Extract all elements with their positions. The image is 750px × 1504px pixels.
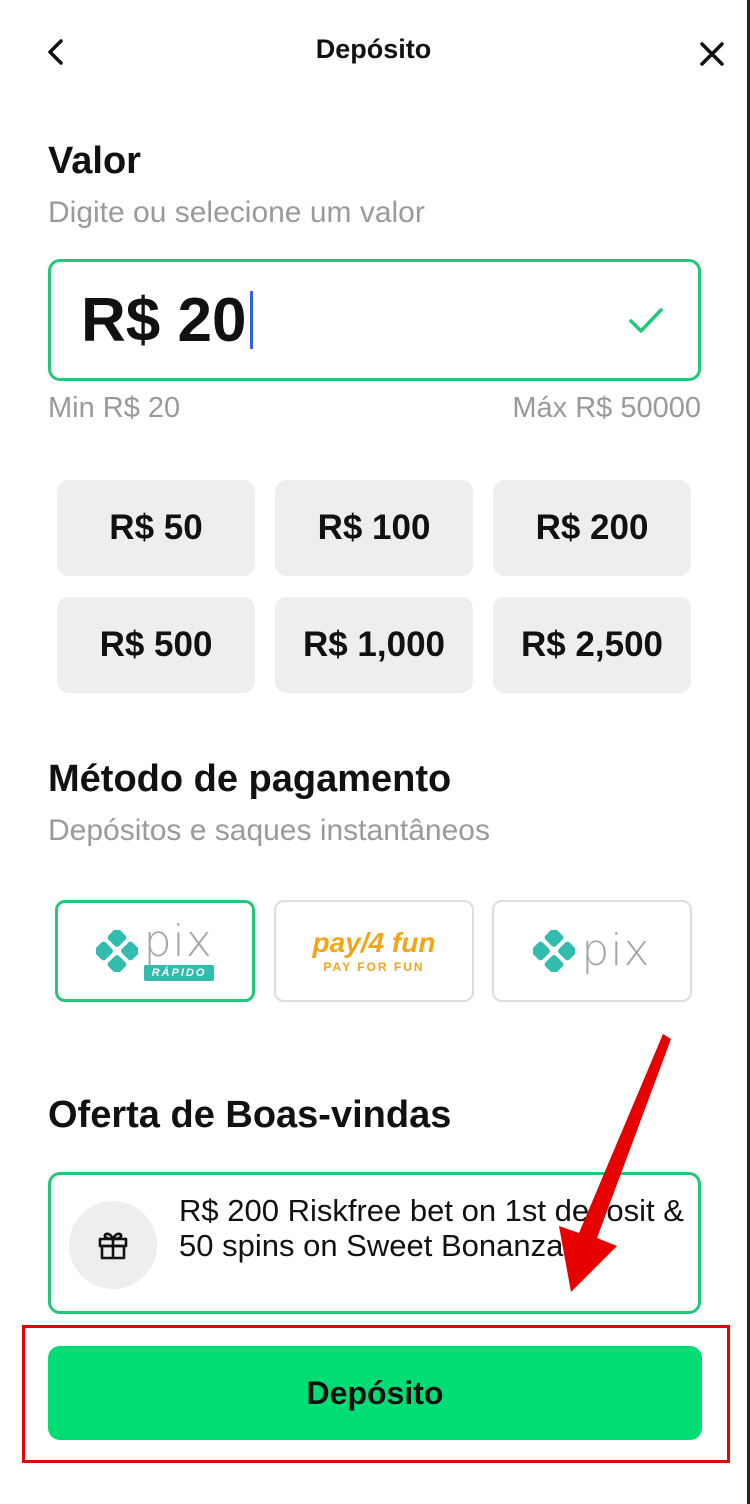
text-caret (250, 291, 254, 349)
pay4fun-wordmark: pay/4 fun (312, 927, 436, 958)
pix-logo: pix (533, 925, 651, 976)
close-button[interactable] (690, 32, 734, 76)
pix-wordmark: pix (581, 925, 651, 976)
preset-button[interactable]: R$ 100 (275, 480, 473, 576)
payment-method-pix-rapido[interactable]: pix RÁPIDO (55, 900, 255, 1002)
payment-section-title: Método de pagamento (48, 758, 452, 800)
check-icon (629, 308, 663, 333)
header: Depósito (0, 0, 747, 104)
amount-section-subtitle: Digite ou selecione um valor (48, 196, 425, 229)
pix-rapido-logo: pix RÁPIDO (95, 915, 215, 981)
offer-section-title: Oferta de Boas-vindas (48, 1094, 452, 1136)
pix-wordmark: pix (143, 915, 213, 967)
preset-button[interactable]: R$ 1,000 (275, 597, 473, 693)
offer-icon-container (69, 1201, 157, 1289)
payment-section-subtitle: Depósitos e saques instantâneos (48, 814, 490, 847)
payment-method-pix[interactable]: pix (492, 900, 692, 1002)
preset-button[interactable]: R$ 2,500 (493, 597, 691, 693)
pix-icon (95, 930, 138, 972)
welcome-offer-card[interactable]: R$ 200 Riskfree bet on 1st deposit & 50 … (48, 1172, 701, 1314)
min-amount-label: Min R$ 20 (48, 392, 181, 424)
payment-method-pay4fun[interactable]: pay/4 fun PAY FOR FUN (274, 900, 474, 1002)
offer-text: R$ 200 Riskfree bet on 1st deposit & 50 … (179, 1193, 684, 1263)
amount-value: R$ 20 (81, 286, 247, 355)
amount-input[interactable]: R$ 20 (48, 259, 701, 381)
preset-button[interactable]: R$ 200 (493, 480, 691, 576)
close-icon (700, 42, 724, 66)
rapido-badge: RÁPIDO (143, 964, 215, 981)
pix-icon (533, 930, 576, 972)
preset-button[interactable]: R$ 50 (57, 480, 255, 576)
gift-icon (98, 1232, 128, 1260)
page-title: Depósito (315, 34, 432, 64)
pay4fun-logo: pay/4 fun PAY FOR FUN (312, 927, 436, 975)
preset-button[interactable]: R$ 500 (57, 597, 255, 693)
max-amount-label: Máx R$ 50000 (512, 392, 701, 424)
amount-section-title: Valor (48, 140, 141, 182)
deposit-button[interactable]: Depósito (48, 1346, 702, 1440)
pay4fun-tagline: PAY FOR FUN (323, 960, 425, 974)
